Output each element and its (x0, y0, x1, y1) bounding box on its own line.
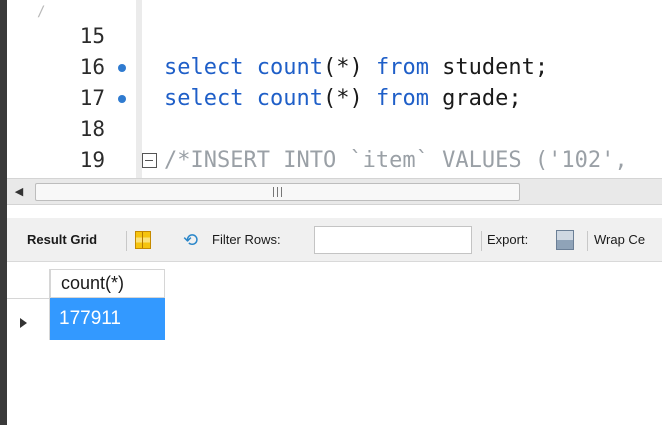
sql-text: (*) (322, 55, 376, 80)
wrap-cell-content-label[interactable]: Wrap Ce (594, 218, 645, 262)
toolbar-divider (481, 231, 482, 251)
line-number: 16 (79, 55, 105, 79)
editor-horizontal-scrollbar[interactable]: ◀ (7, 178, 662, 205)
toolbar-divider (126, 231, 127, 251)
result-toolbar: Result Grid ⟲ Filter Rows: Export: Wrap … (7, 218, 662, 262)
gutter-separator (136, 0, 142, 178)
export-icon[interactable] (556, 230, 574, 250)
line-number: 19 (79, 148, 105, 172)
sql-keyword: select (164, 86, 244, 111)
fold-toggle-icon[interactable] (142, 153, 157, 168)
column-header-count[interactable]: count(*) (50, 269, 165, 298)
result-grid-tab[interactable]: Result Grid (27, 218, 97, 262)
line-number: 18 (79, 117, 105, 141)
scroll-left-arrow-icon[interactable]: ◀ (11, 184, 27, 200)
scrollbar-grip-icon (271, 187, 285, 197)
sql-keyword: from (375, 86, 429, 111)
line-number: 17 (79, 86, 105, 110)
result-cell[interactable]: 177911 (50, 298, 165, 340)
statement-marker-icon (118, 95, 126, 103)
sql-keyword: select (164, 55, 244, 80)
sql-text: (*) (322, 86, 376, 111)
panel-splitter[interactable] (7, 205, 662, 218)
line-number: 15 (79, 24, 105, 48)
sql-keyword: count (256, 86, 323, 111)
window-border (0, 0, 7, 425)
result-grid: count(*) 177911 (7, 262, 662, 425)
sql-editor[interactable]: / 15 16 select count(*) from student; 17 sel… (7, 0, 662, 178)
scrollbar-thumb[interactable] (35, 183, 520, 201)
statement-marker-icon (118, 64, 126, 72)
grid-line (7, 298, 50, 299)
code-line[interactable]: select count(*) from grade; (164, 83, 522, 114)
toolbar-divider (587, 231, 588, 251)
code-line[interactable]: /*INSERT INTO `item` VALUES ('102', (142, 145, 628, 176)
filter-rows-label: Filter Rows: (212, 232, 281, 247)
filter-rows-input[interactable] (314, 226, 472, 254)
export-label: Export: (487, 232, 529, 247)
refresh-filter-icon[interactable]: ⟲ (183, 231, 203, 249)
scrolled-text-fragment: / (37, 4, 46, 20)
sql-keyword: count (256, 55, 323, 80)
grid-view-icon[interactable] (135, 231, 151, 249)
current-row-arrow-icon (20, 318, 27, 328)
row-header-column (7, 262, 49, 340)
sql-comment: /*INSERT INTO `item` VALUES ('102', (164, 148, 628, 173)
code-line[interactable]: select count(*) from student; (164, 52, 548, 83)
sql-text: grade; (428, 86, 522, 111)
sql-text: student; (428, 55, 549, 80)
sql-keyword: from (375, 55, 429, 80)
